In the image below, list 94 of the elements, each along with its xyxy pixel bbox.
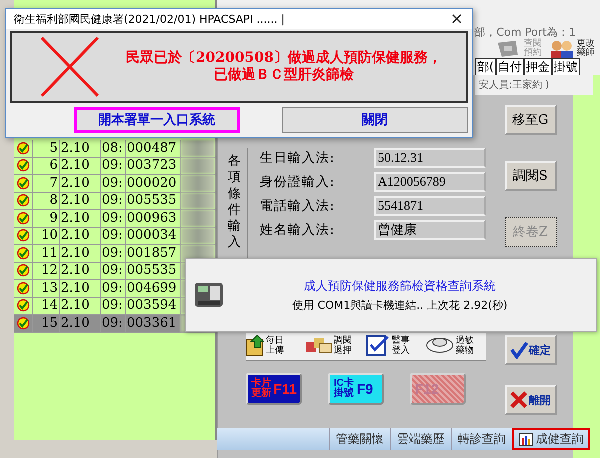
check-icon xyxy=(16,282,30,295)
toast-message: 使用 COM1與讀卡機連結.. 上次花 2.92(秒) xyxy=(292,298,508,312)
table-cell: 13 xyxy=(33,280,60,296)
table-cell: 08: xyxy=(101,140,126,156)
table-cell: 14 xyxy=(33,298,60,314)
confirm-button[interactable]: 確定 xyxy=(504,335,556,365)
people-icon xyxy=(549,38,575,58)
function-button[interactable]: 調閱退押 xyxy=(306,335,366,356)
table-cell: 09: xyxy=(101,262,126,279)
table-cell: 2.10 xyxy=(60,298,101,314)
check-icon xyxy=(16,142,30,155)
pill-pack-icon xyxy=(426,338,454,353)
table-cell: 10 xyxy=(33,228,60,244)
dialog-title: 衛生福利部國民健康署(2021/02/01) HPACSAPI ...... | xyxy=(14,12,285,26)
error-cross-icon xyxy=(40,36,100,98)
bar-chart-icon xyxy=(519,432,533,446)
table-cell: 2.10 xyxy=(60,140,101,156)
field-label: 姓名輸入法: xyxy=(260,222,336,239)
blurred-cell xyxy=(181,175,215,192)
table-cell: 5 xyxy=(33,140,60,156)
dialog-button[interactable]: 關閉 xyxy=(282,107,468,133)
table-cell: 09: xyxy=(101,228,126,244)
table-cell: 12 xyxy=(33,262,60,279)
check-icon xyxy=(16,212,30,225)
table-cell: 09: xyxy=(101,280,126,296)
check-icon xyxy=(16,264,30,278)
blurred-cell xyxy=(181,228,215,244)
function-button[interactable]: 醫事登入 xyxy=(366,335,426,356)
table-cell: 8 xyxy=(33,192,60,209)
blurred-cell xyxy=(181,140,215,156)
function-button[interactable]: 每日上傳 xyxy=(246,335,306,356)
dialog-button[interactable]: 開本署單一入口系統 xyxy=(74,107,240,133)
table-cell: 09: xyxy=(101,192,126,209)
cross-icon xyxy=(510,391,528,409)
tab[interactable]: 管藥關懷 xyxy=(329,428,390,450)
close-icon xyxy=(452,14,462,24)
command-button[interactable]: 移至G xyxy=(504,105,556,135)
boxes-icon xyxy=(306,338,332,353)
table-cell: 6 xyxy=(33,158,60,174)
column-header: 押金 xyxy=(524,58,552,76)
toast-title: 成人預防保健服務篩檢資格查詢系統 xyxy=(304,278,496,294)
field-label: 生日輸入法: xyxy=(260,150,336,167)
field-label: 身份證輸入: xyxy=(260,174,336,191)
table-cell: 09: xyxy=(101,245,126,262)
table-cell: 2.10 xyxy=(60,280,101,296)
input-field[interactable]: 5541871 xyxy=(374,196,486,216)
table-cell: 09: xyxy=(101,158,126,174)
table-cell: 2.10 xyxy=(60,158,101,174)
field-label: 電話輸入法: xyxy=(260,198,336,215)
function-button[interactable]: 過敏藥物 xyxy=(426,335,486,356)
com-port-label: 部，Com Port為：1 xyxy=(474,26,576,39)
table-cell: 09: xyxy=(101,175,126,192)
check-icon xyxy=(16,299,30,312)
input-field[interactable]: A120056789 xyxy=(374,172,486,192)
check-icon xyxy=(16,316,30,330)
table-cell: 2.10 xyxy=(60,210,101,226)
blurred-cell xyxy=(181,158,215,174)
check-icon xyxy=(16,194,30,208)
table-cell: 15 xyxy=(33,315,60,332)
table-cell: 2.10 xyxy=(60,192,101,209)
table-cell: 11 xyxy=(33,245,60,262)
staff-note: 安人員:王家約 ) xyxy=(475,75,593,95)
table-cell: 7 xyxy=(33,175,60,192)
column-header: 部( xyxy=(475,58,496,76)
table-cell: 2.10 xyxy=(60,175,101,192)
alert-message: 已做過ＢＣ型肝炎篩檢 xyxy=(214,67,354,84)
exit-button[interactable]: 離開 xyxy=(504,385,556,415)
tab[interactable]: 轉診查詢 xyxy=(451,428,512,450)
table-cell: 9 xyxy=(33,210,60,226)
input-field[interactable]: 曾健康 xyxy=(374,220,486,240)
table-cell: 2.10 xyxy=(60,228,101,244)
checkmark-icon xyxy=(510,341,528,359)
column-header: 掛號 xyxy=(552,58,580,76)
toolbar-button[interactable]: 更改藥師 xyxy=(549,39,596,58)
alert-message: 民眾已於〔20200508〕做過成人預防保健服務， xyxy=(126,50,442,67)
check-icon xyxy=(16,176,30,190)
blurred-cell xyxy=(181,192,215,209)
table-cell: 09: xyxy=(101,315,126,332)
check-icon xyxy=(16,229,30,242)
table-cell: 09: xyxy=(101,210,126,226)
blurred-cell xyxy=(181,210,215,226)
table-cell: 2.10 xyxy=(60,245,101,262)
check-icon xyxy=(16,159,30,172)
table-cell: 09: xyxy=(101,298,126,314)
column-header: 自付 xyxy=(496,58,524,76)
tab[interactable]: 成健查詢 xyxy=(512,428,590,450)
input-field[interactable]: 50.12.31 xyxy=(374,148,486,168)
table-cell: 2.10 xyxy=(60,315,101,332)
command-button[interactable]: 調閱S xyxy=(504,161,556,191)
tab[interactable]: 雲端藥歷 xyxy=(390,428,451,450)
check-icon xyxy=(16,246,30,260)
table-cell: 2.10 xyxy=(60,262,101,279)
upload-icon xyxy=(246,335,264,356)
clipboard-icon xyxy=(366,335,390,356)
